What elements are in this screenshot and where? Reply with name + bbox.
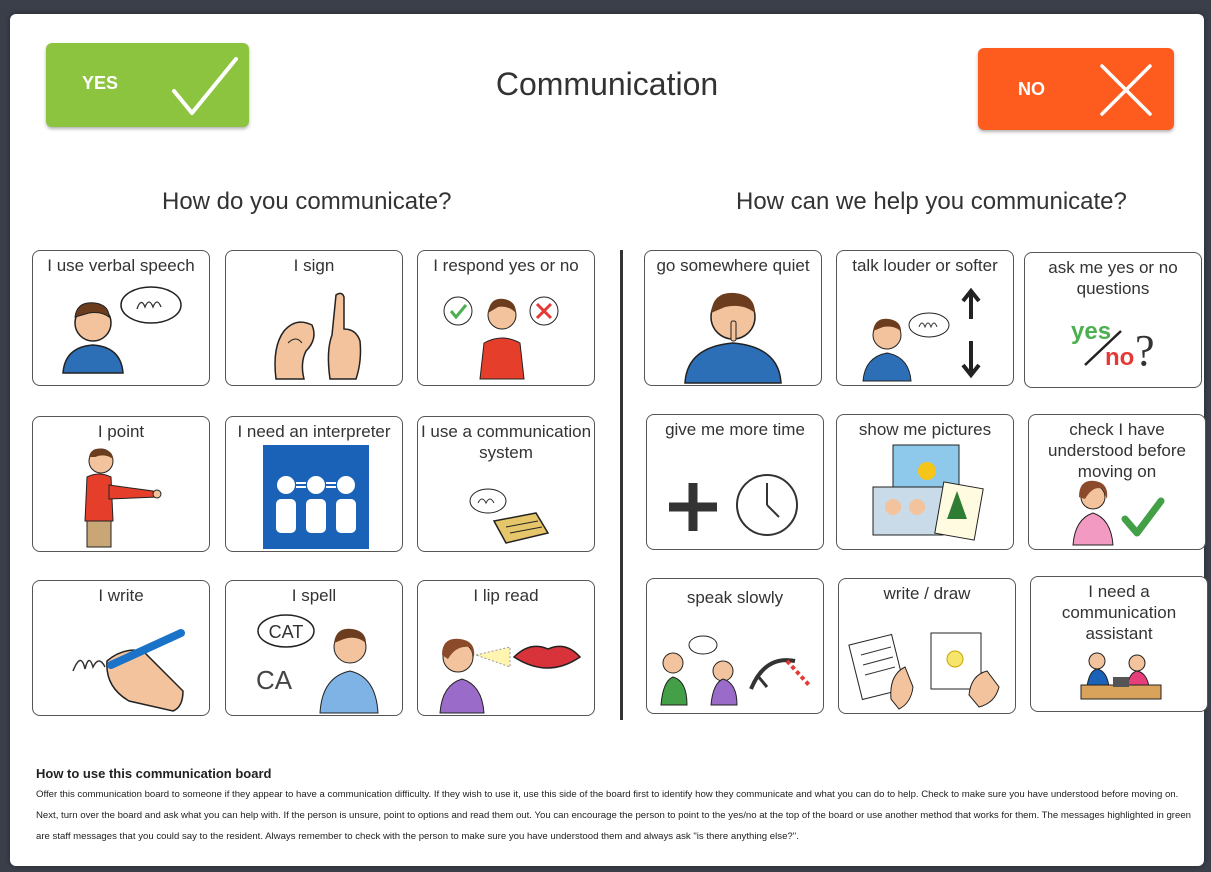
section-divider [620, 250, 623, 720]
cross-icon [1100, 64, 1152, 116]
svg-text:CA: CA [256, 665, 293, 695]
card-write-draw[interactable]: write / draw [838, 578, 1016, 714]
writing-hand-icon [72, 629, 185, 712]
signing-hands-icon [274, 292, 362, 380]
volume-arrows-icon [862, 287, 981, 382]
card-lip-read[interactable]: I lip read [417, 580, 595, 716]
communication-device-icon [469, 488, 550, 544]
card-interpreter[interactable]: I need an interpreter [225, 416, 403, 552]
card-somewhere-quiet[interactable]: go somewhere quiet [644, 250, 822, 386]
lip-reading-icon [439, 638, 582, 714]
card-check-understood[interactable]: check I have understood before moving on [1028, 414, 1206, 550]
spelling-person-icon: CAT CA [256, 614, 379, 714]
card-show-pictures[interactable]: show me pictures [836, 414, 1014, 550]
card-yes-no[interactable]: I respond yes or no [417, 250, 595, 386]
no-button[interactable]: NO [978, 48, 1174, 130]
card-communication-assistant[interactable]: I need a communication assistant [1030, 576, 1208, 712]
card-louder-softer[interactable]: talk louder or softer [836, 250, 1014, 386]
interpreter-icon [263, 445, 369, 549]
pictures-icon [872, 444, 984, 541]
card-more-time[interactable]: give me more time [646, 414, 824, 550]
card-communication-system[interactable]: I use a communication system [417, 416, 595, 552]
pointing-person-icon [84, 448, 162, 548]
no-label: NO [1018, 79, 1045, 99]
communication-board: YES Communication NO How do you communic… [10, 14, 1208, 866]
card-verbal-speech[interactable]: I use verbal speech [32, 250, 210, 386]
yes-no-thinking-icon [443, 296, 559, 380]
check-understood-icon [1072, 480, 1165, 546]
card-sign[interactable]: I sign [225, 250, 403, 386]
yes-text: yes [1071, 318, 1111, 345]
instructions-text: Offer this communication board to someon… [36, 789, 1192, 842]
yes-no-question-icon: yes no ? [1071, 318, 1155, 375]
speaking-person-icon [62, 286, 182, 374]
assistant-icon [1080, 652, 1162, 700]
write-draw-icon [848, 632, 1000, 710]
right-section-heading: How can we help you communicate? [736, 188, 1127, 215]
shush-person-icon [684, 292, 782, 384]
instructions-title: How to use this communication board [36, 766, 272, 781]
card-yes-no-questions[interactable]: ask me yes or no questions yes no ? [1024, 252, 1202, 388]
card-spell[interactable]: I spell CAT CA [225, 580, 403, 716]
card-write[interactable]: I write [32, 580, 210, 716]
card-point[interactable]: I point [32, 416, 210, 552]
speech-bubble-text: CAT [269, 622, 304, 642]
svg-text:?: ? [1135, 326, 1155, 375]
plus-clock-icon [669, 474, 798, 536]
left-section-heading: How do you communicate? [162, 188, 452, 215]
no-text: no [1105, 344, 1134, 371]
card-speak-slowly[interactable]: speak slowly [646, 578, 824, 714]
speak-slowly-icon [660, 635, 811, 706]
